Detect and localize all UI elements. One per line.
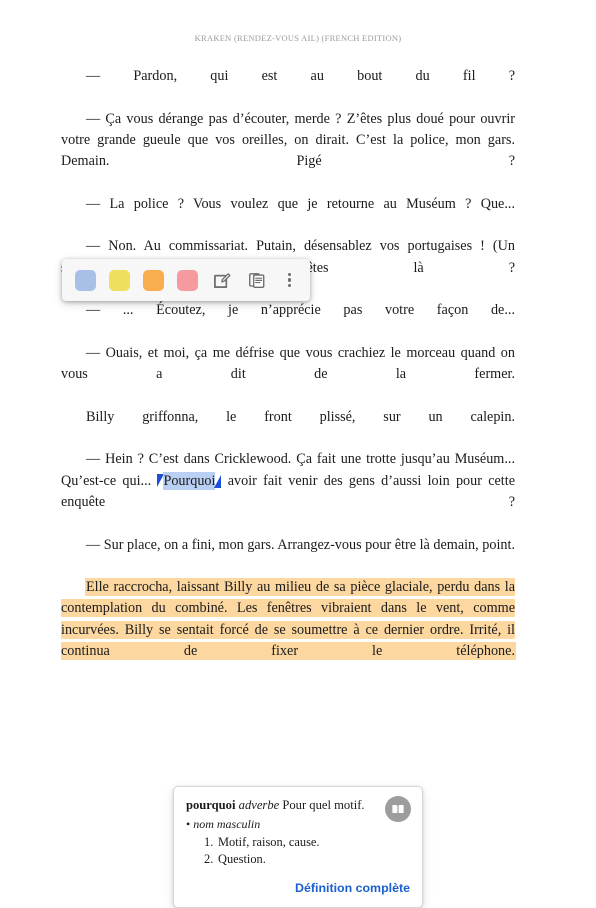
dictionary-sense-item: 1. Motif, raison, cause. (204, 834, 410, 851)
highlight-span[interactable]: Elle raccrocha, laissant Billy au milieu… (61, 579, 515, 660)
sense-text: Question. (218, 852, 266, 866)
bullet-icon: • (186, 817, 191, 831)
paragraph: — Ouais, et moi, ça me défrise que vous … (61, 344, 515, 383)
more-options-icon[interactable] (281, 269, 297, 291)
paragraph: — La police ? Vous voulez que je retourn… (86, 195, 515, 212)
highlight-color-yellow-swatch[interactable] (108, 269, 130, 291)
highlight-color-pink-swatch[interactable] (176, 269, 198, 291)
open-book-icon (385, 796, 411, 822)
book-page-text: — Pardon, qui est au bout du fil ? — Ça … (61, 66, 515, 684)
sense-number: 1. (204, 835, 214, 849)
dictionary-popup[interactable]: pourquoi adverbe Pour quel motif. • nom m… (173, 786, 423, 908)
paragraph: — Ça vous dérange pas d’écouter, merde ?… (61, 110, 515, 170)
paragraph: — Pardon, qui est au bout du fil ? (86, 68, 515, 84)
dictionary-part-of-speech: adverbe (238, 798, 280, 812)
paragraph-with-selection: — Hein ? C’est dans Cricklewood. Ça fait… (61, 449, 515, 534)
running-header: KRAKEN (RENDEZ-VOUS AIL) (FRENCH EDITION… (194, 33, 402, 43)
dictionary-sense-list: 1. Motif, raison, cause. 2. Question. (186, 834, 410, 868)
annotation-toolbar[interactable] (62, 259, 310, 301)
dictionary-category-label: nom masculin (193, 817, 261, 831)
sense-number: 2. (204, 852, 214, 866)
dictionary-headword-line: pourquoi adverbe Pour quel motif. (186, 797, 410, 813)
dictionary-link-row: Définition complète (186, 879, 410, 897)
selected-word[interactable]: Pourquoi (163, 471, 216, 490)
paragraph-behind-toolbar: Billy griffonna, le front plissé, sur un… (86, 408, 515, 425)
highlight-color-blue-swatch[interactable] (74, 269, 96, 291)
selection-handle-end[interactable] (214, 474, 222, 488)
dictionary-word: pourquoi (186, 798, 236, 812)
paragraph: — ... Écoutez, je n’apprécie pas votre f… (86, 302, 515, 319)
sense-text: Motif, raison, cause. (218, 835, 320, 849)
paragraph: — Sur place, on a fini, mon gars. Arrang… (86, 536, 515, 553)
note-edit-icon[interactable] (211, 269, 233, 291)
full-definition-link[interactable]: Définition complète (295, 881, 410, 895)
highlight-color-orange-swatch[interactable] (142, 269, 164, 291)
dictionary-sense-item: 2. Question. (204, 851, 410, 868)
highlighted-paragraph[interactable]: Elle raccrocha, laissant Billy au milieu… (61, 577, 515, 683)
dictionary-gloss: Pour quel motif. (282, 798, 365, 812)
dictionary-category: • nom masculin (186, 816, 410, 832)
copy-icon[interactable] (246, 269, 268, 291)
